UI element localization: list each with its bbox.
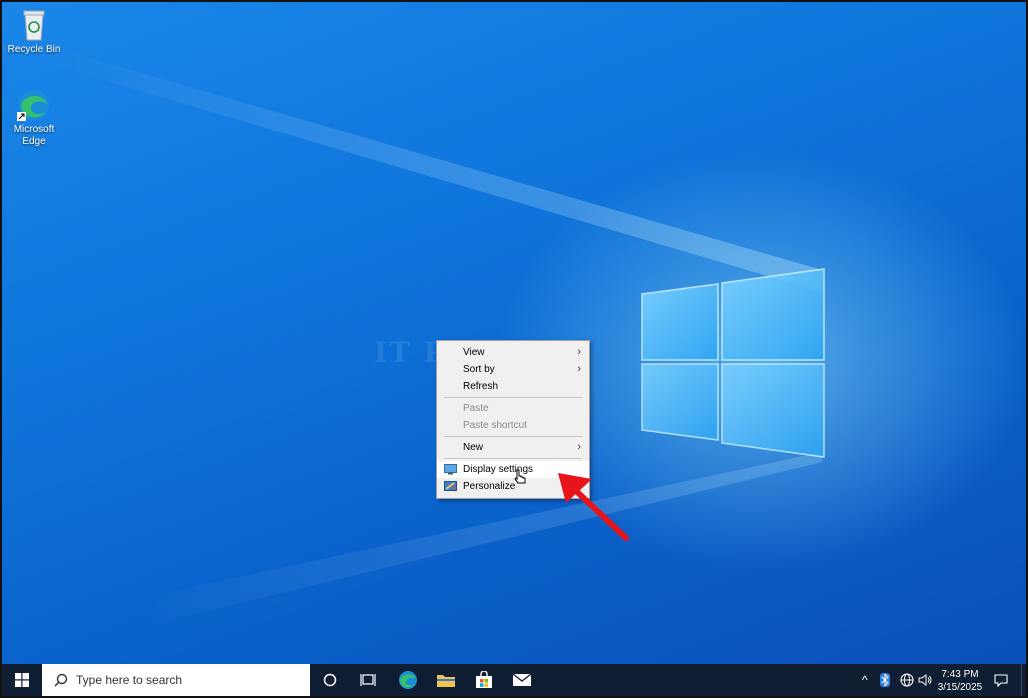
menu-item-new[interactable]: New › — [437, 439, 589, 456]
network-globe-icon[interactable] — [900, 673, 914, 687]
chevron-right-icon: › — [577, 346, 581, 358]
menu-item-label: Refresh — [463, 381, 499, 392]
chevron-right-icon: › — [577, 441, 581, 453]
search-placeholder: Type here to search — [76, 673, 183, 687]
folder-icon — [437, 675, 455, 687]
cortana-circle-icon — [323, 673, 337, 687]
annotation-arrow-icon — [558, 473, 629, 541]
taskbar: Type here to search ^ 7:43 PM 3/15/2025 — [2, 664, 1026, 696]
menu-separator — [444, 397, 582, 398]
edge-label: Microsoft Edge — [13, 124, 55, 147]
cortana-button[interactable] — [314, 664, 346, 696]
display-icon — [444, 464, 457, 475]
taskbar-clock[interactable]: 7:43 PM 3/15/2025 — [934, 668, 986, 694]
task-view-button[interactable] — [350, 664, 386, 696]
mail-icon — [512, 673, 532, 686]
menu-item-sort-by[interactable]: Sort by › — [437, 361, 589, 378]
taskbar-search-box[interactable]: Type here to search — [42, 664, 310, 696]
edge-icon — [399, 671, 417, 689]
task-view-icon — [360, 674, 376, 686]
menu-item-label: Paste shortcut — [463, 420, 527, 431]
taskbar-mail-button[interactable] — [504, 664, 540, 696]
windows-start-icon — [15, 673, 29, 687]
menu-item-label: New — [463, 442, 484, 453]
menu-item-paste-shortcut: Paste shortcut — [437, 417, 589, 434]
windows-wallpaper-logo — [42, 50, 825, 622]
store-icon — [476, 671, 492, 688]
notifications-icon[interactable] — [994, 674, 1008, 687]
recycle-bin-icon — [23, 10, 45, 41]
volume-icon[interactable] — [918, 673, 932, 687]
clock-time: 7:43 PM — [941, 669, 979, 680]
taskbar-edge-button[interactable] — [390, 664, 426, 696]
search-icon — [54, 673, 68, 687]
menu-separator — [444, 458, 582, 459]
bluetooth-icon[interactable] — [880, 673, 890, 687]
chevron-right-icon: › — [577, 363, 581, 375]
edge-icon — [17, 90, 49, 121]
start-button[interactable] — [2, 664, 42, 696]
menu-item-label: Personalize — [463, 481, 516, 492]
menu-item-label: Sort by — [463, 364, 495, 375]
screen-frame: Recycle Bin Microsoft Edge IT Pros Hub V… — [0, 0, 1028, 698]
menu-item-label: View — [463, 347, 485, 358]
personalize-icon — [444, 481, 457, 491]
menu-item-view[interactable]: View › — [437, 344, 589, 361]
menu-item-paste: Paste — [437, 400, 589, 417]
menu-separator — [444, 436, 582, 437]
taskbar-store-button[interactable] — [466, 664, 502, 696]
recycle-bin-label: Recycle Bin — [7, 44, 61, 55]
desktop-icon-recycle-bin[interactable]: Recycle Bin — [2, 8, 66, 56]
menu-item-refresh[interactable]: Refresh — [437, 378, 589, 395]
show-hidden-icons-chevron[interactable]: ^ — [862, 673, 868, 687]
desktop-icon-edge[interactable]: Microsoft Edge — [2, 88, 66, 148]
clock-date: 3/15/2025 — [937, 682, 983, 693]
menu-item-label: Paste — [463, 403, 489, 414]
hand-cursor-icon — [514, 469, 526, 484]
desktop[interactable]: Recycle Bin Microsoft Edge IT Pros Hub V… — [2, 2, 1026, 664]
taskbar-file-explorer-button[interactable] — [428, 664, 464, 696]
show-desktop-button[interactable] — [1021, 664, 1026, 696]
